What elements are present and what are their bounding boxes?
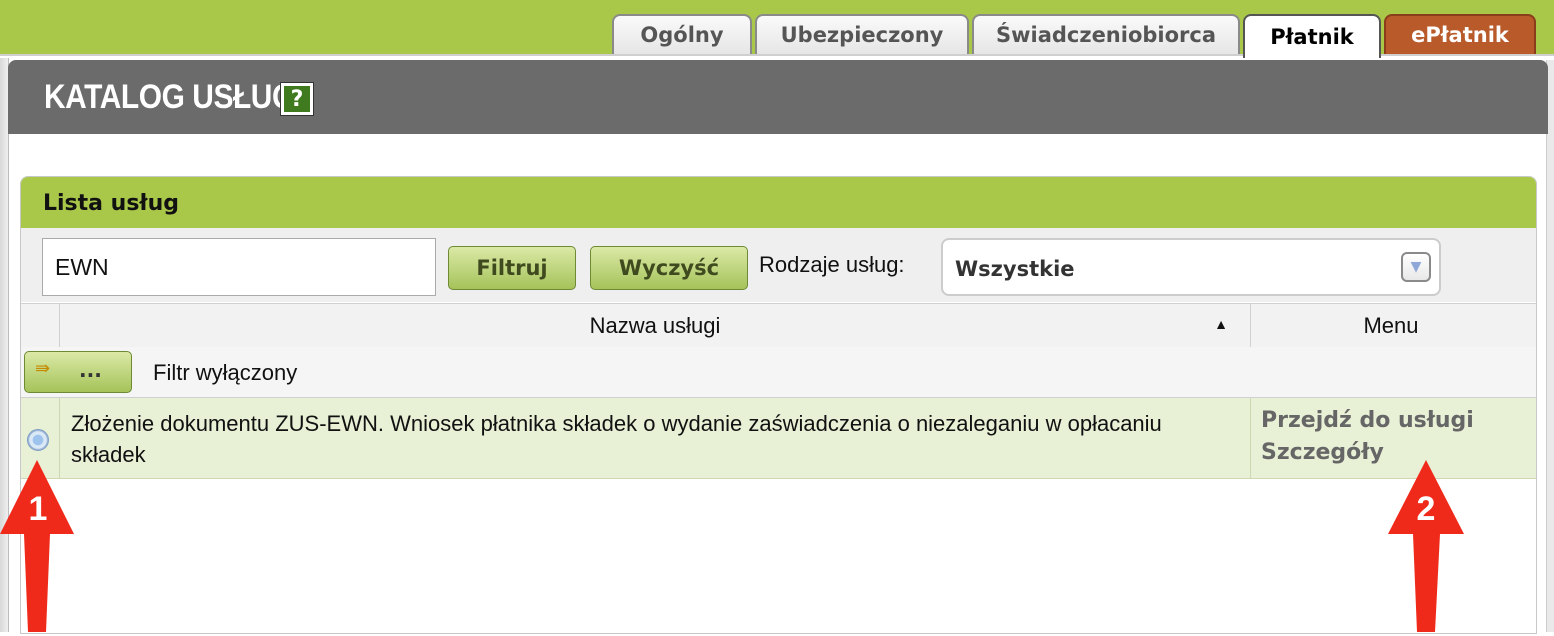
service-list-header: Lista usług xyxy=(21,177,1536,228)
filter-status: Filtr wyłączony xyxy=(153,360,298,385)
filter-button[interactable]: Filtruj xyxy=(448,246,576,290)
table-header: Nazwa usługi ▲ Menu xyxy=(21,303,1536,348)
right-frame-edge xyxy=(1546,60,1554,632)
sort-ascending-icon[interactable]: ▲ xyxy=(1214,316,1228,332)
filter-toggle-button[interactable]: ⇛ ... xyxy=(24,351,132,393)
select-column-header xyxy=(21,304,60,347)
tab-swiadczeniobiorca[interactable]: Świadczeniobiorca xyxy=(972,14,1240,54)
filter-toggle-label: ... xyxy=(79,358,102,382)
arrow-up-icon xyxy=(0,460,74,632)
tab-platnik[interactable]: Płatnik xyxy=(1243,14,1381,58)
annotation-arrow-1: 1 xyxy=(0,458,76,632)
service-name: Złożenie dokumentu ZUS-EWN. Wniosek płat… xyxy=(71,411,1162,467)
panel-header: KATALOG USŁUG ? xyxy=(8,60,1548,134)
column-header-name-label: Nazwa usługi xyxy=(589,312,721,338)
column-header-name[interactable]: Nazwa usługi ▲ xyxy=(60,304,1251,347)
annotation-label-2: 2 xyxy=(1416,490,1436,528)
filter-toggle-icon: ⇛ xyxy=(35,358,51,379)
help-icon[interactable]: ? xyxy=(280,82,314,116)
radio-icon[interactable] xyxy=(27,429,49,451)
service-type-value: Wszystkie xyxy=(955,257,1075,281)
annotation-arrow-2: 2 xyxy=(1388,458,1464,632)
tab-ogolny[interactable]: Ogólny xyxy=(612,14,752,54)
search-input[interactable] xyxy=(42,238,436,296)
service-list-panel: Lista usług Filtruj Wyczyść Rodzaje usłu… xyxy=(20,176,1537,634)
service-list-title: Lista usług xyxy=(43,191,180,216)
arrow-up-icon xyxy=(1388,460,1464,632)
details-link[interactable]: Szczegóły xyxy=(1261,440,1384,465)
go-to-service-link[interactable]: Przejdź do usługi xyxy=(1261,408,1474,433)
tab-eplatnik[interactable]: ePłatnik xyxy=(1384,14,1536,54)
tab-ubezpieczony[interactable]: Ubezpieczony xyxy=(755,14,969,54)
filter-row: ⇛ ... Filtr wyłączony xyxy=(21,347,1536,398)
service-type-select[interactable]: Wszystkie ▼ xyxy=(941,238,1441,296)
service-type-label: Rodzaje usług: xyxy=(759,252,905,277)
column-header-menu: Menu xyxy=(1363,312,1419,338)
annotation-label-1: 1 xyxy=(28,490,48,528)
page-title: KATALOG USŁUG xyxy=(44,78,295,116)
clear-button[interactable]: Wyczyść xyxy=(590,246,748,290)
filter-bar: Filtruj Wyczyść Rodzaje usług: Wszystkie… xyxy=(21,228,1536,302)
table-row[interactable]: Złożenie dokumentu ZUS-EWN. Wniosek płat… xyxy=(21,398,1536,479)
dropdown-arrow-icon[interactable]: ▼ xyxy=(1401,252,1431,282)
